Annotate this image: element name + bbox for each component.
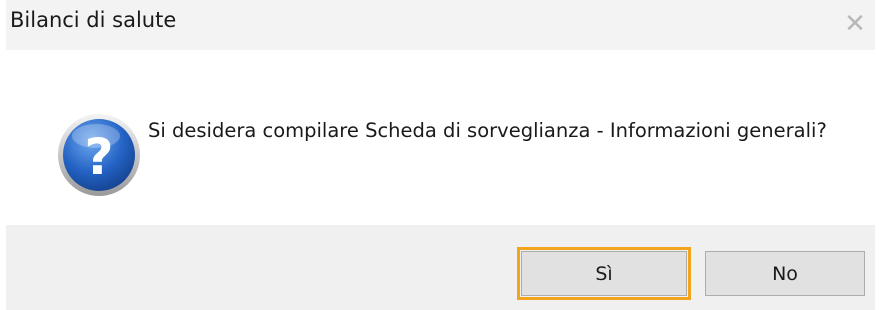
dialog-message: Si desidera compilare Scheda di sorvegli… — [148, 119, 827, 142]
svg-text:?: ? — [84, 128, 113, 186]
close-button[interactable]: ✕ — [835, 4, 875, 44]
dialog-title: Bilanci di salute — [10, 8, 177, 32]
title-bar: Bilanci di salute ✕ — [6, 0, 875, 50]
message-dialog: Bilanci di salute ✕ ? Si desidera compil… — [6, 0, 875, 310]
close-icon: ✕ — [844, 9, 866, 39]
yes-button[interactable]: Sì — [517, 247, 691, 300]
question-icon: ? — [58, 114, 140, 196]
dialog-content: ? Si desidera compilare Scheda di sorveg… — [6, 50, 875, 225]
button-bar: Sì No — [6, 225, 875, 310]
no-button[interactable]: No — [705, 251, 865, 296]
